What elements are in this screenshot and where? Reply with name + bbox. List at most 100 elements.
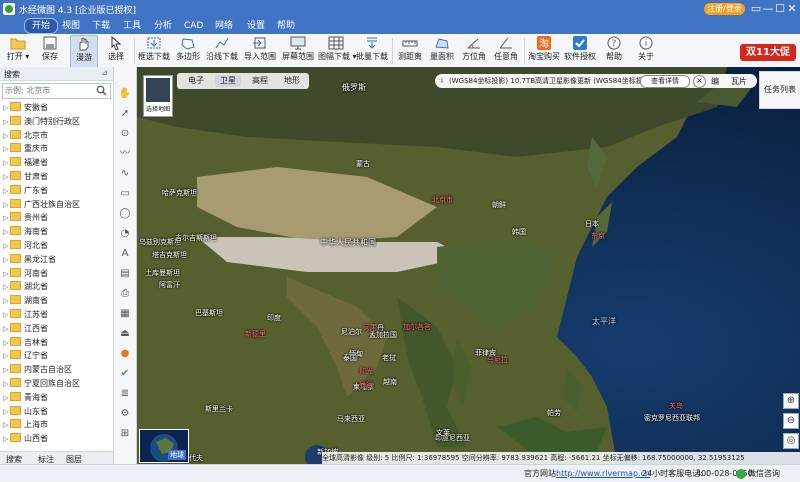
polyline-download-button[interactable]: 沿线下载 bbox=[206, 35, 238, 66]
search-input[interactable] bbox=[5, 85, 91, 96]
measure-distance-button[interactable]: 测距离 bbox=[396, 35, 424, 66]
province-item[interactable]: ▷ 湖北省 bbox=[3, 280, 48, 293]
map-switcher[interactable]: 选择地图 bbox=[143, 75, 173, 117]
notice-close-icon[interactable]: × bbox=[693, 75, 706, 88]
province-item[interactable]: ▷ 山东省 bbox=[3, 405, 48, 418]
license-button[interactable]: 软件授权 bbox=[564, 35, 596, 66]
province-item[interactable]: ▷ 甘肃省 bbox=[3, 170, 48, 183]
expand-icon[interactable]: ▷ bbox=[3, 116, 9, 129]
close-button[interactable]: ✕ bbox=[784, 1, 800, 17]
province-item[interactable]: ▷ 河北省 bbox=[3, 239, 48, 252]
province-item[interactable]: ▷ 湖南省 bbox=[3, 294, 48, 307]
layer-tool-icon[interactable]: ▦ bbox=[117, 307, 133, 321]
expand-icon[interactable]: ▷ bbox=[3, 295, 9, 308]
polygon-button[interactable]: 多边形 bbox=[174, 35, 202, 66]
website-link[interactable]: http://www.rivermap.cn bbox=[556, 465, 650, 482]
any-angle-button[interactable]: 任意角 bbox=[492, 35, 520, 66]
province-item[interactable]: ▷ 江苏省 bbox=[3, 308, 48, 321]
expand-icon[interactable]: ▷ bbox=[3, 254, 9, 267]
pan-button[interactable]: 漫游 bbox=[70, 35, 98, 68]
expand-icon[interactable]: ▷ bbox=[3, 240, 9, 253]
expand-icon[interactable]: ▷ bbox=[3, 392, 9, 405]
province-item[interactable]: ▷ 上海市 bbox=[3, 418, 48, 431]
azimuth-button[interactable]: 方位角 bbox=[460, 35, 488, 66]
satellite-map[interactable] bbox=[137, 67, 800, 464]
province-item[interactable]: ▷ 山西省 bbox=[3, 432, 48, 445]
zoom-in-button[interactable]: ⊕ bbox=[783, 393, 799, 409]
measure-area-button[interactable]: 量面积 bbox=[428, 35, 456, 66]
expand-icon[interactable]: ▷ bbox=[3, 378, 9, 391]
export-tool-icon[interactable]: ⏏ bbox=[117, 327, 133, 341]
menu-help[interactable]: 帮助 bbox=[270, 19, 302, 33]
rectangle-tool-icon[interactable]: ▭ bbox=[117, 187, 133, 201]
tab-electronic[interactable]: 电子 bbox=[183, 75, 209, 87]
province-item[interactable]: ▷ 江西省 bbox=[3, 322, 48, 335]
province-item[interactable]: ▷ 黑龙江省 bbox=[3, 253, 56, 266]
text-tool-icon[interactable]: A bbox=[117, 247, 133, 261]
about-button[interactable]: i 关于 bbox=[632, 35, 660, 66]
wechat-icon[interactable] bbox=[736, 469, 746, 479]
province-item[interactable]: ▷ 重庆市 bbox=[3, 142, 48, 155]
cursor-tool-icon[interactable]: ➚ bbox=[117, 107, 133, 121]
zoom-out-button[interactable]: ⊖ bbox=[783, 413, 799, 429]
task-list-button[interactable]: 任务列表 bbox=[759, 71, 800, 109]
hand-tool-icon[interactable]: ✋ bbox=[117, 87, 133, 101]
expand-icon[interactable]: ▷ bbox=[3, 268, 9, 281]
list-tool-icon[interactable]: ≣ bbox=[117, 387, 133, 401]
rect-download-button[interactable]: 框选下载 bbox=[138, 35, 170, 66]
expand-icon[interactable]: ▷ bbox=[3, 281, 9, 294]
menu-tools[interactable]: 工具 bbox=[116, 19, 148, 33]
province-item[interactable]: ▷ 广西壮族自治区 bbox=[3, 198, 80, 211]
province-item[interactable]: ▷ 北京市 bbox=[3, 129, 48, 142]
search-icon[interactable] bbox=[96, 85, 107, 96]
print-tool-icon[interactable]: ⎙ bbox=[117, 287, 133, 301]
province-item[interactable]: ▷ 海南省 bbox=[3, 225, 48, 238]
expand-icon[interactable]: ▷ bbox=[3, 226, 9, 239]
expand-icon[interactable]: ▷ bbox=[3, 350, 9, 363]
expand-icon[interactable]: ▷ bbox=[3, 212, 9, 225]
polyline-tool-icon[interactable]: 〰 bbox=[117, 147, 133, 161]
road-tool-icon[interactable]: ▤ bbox=[117, 267, 133, 281]
help-button[interactable]: ? 帮助 bbox=[600, 35, 628, 66]
province-item[interactable]: ▷ 澳门特别行政区 bbox=[3, 115, 80, 128]
check-tool-icon[interactable]: ✔ bbox=[117, 367, 133, 381]
tab-satellite[interactable]: 卫星 bbox=[215, 75, 241, 87]
sector-tool-icon[interactable]: ◔ bbox=[117, 227, 133, 241]
menu-cad[interactable]: CAD bbox=[177, 19, 210, 33]
menu-start[interactable]: 开始 bbox=[24, 18, 59, 34]
menu-analysis[interactable]: 分析 bbox=[147, 19, 179, 33]
circle-tool-icon[interactable]: ◯ bbox=[117, 207, 133, 221]
login-button[interactable]: 注册/登录 bbox=[704, 3, 745, 15]
tab-terrain[interactable]: 地形 bbox=[279, 75, 305, 87]
screen-range-button[interactable]: 屏幕范围 bbox=[282, 35, 314, 66]
layer-menu-edit[interactable]: 编 bbox=[711, 76, 719, 87]
menu-network[interactable]: 网络 bbox=[208, 19, 240, 33]
menu-view[interactable]: 视图 bbox=[55, 19, 87, 33]
expand-icon[interactable]: ▷ bbox=[3, 323, 9, 336]
province-item[interactable]: ▷ 吉林省 bbox=[3, 336, 48, 349]
province-item[interactable]: ▷ 广东省 bbox=[3, 184, 48, 197]
wechat-consult-link[interactable]: 微信咨询 bbox=[748, 465, 780, 482]
province-item[interactable]: ▷ 河南省 bbox=[3, 267, 48, 280]
promo-banner[interactable]: 双11大促 bbox=[740, 44, 796, 61]
expand-icon[interactable]: ▷ bbox=[3, 309, 9, 322]
expand-icon[interactable]: ▷ bbox=[3, 130, 9, 143]
panel-pin-icon[interactable]: ⊿ bbox=[101, 68, 108, 77]
taobao-buy-button[interactable]: 淘 淘宝购买 bbox=[528, 35, 560, 66]
view-details-button[interactable]: 查看详情 bbox=[640, 75, 690, 88]
point-tool-icon[interactable]: ⊙ bbox=[117, 127, 133, 141]
batch-download-button[interactable]: 批量下载 bbox=[356, 35, 388, 66]
menu-download[interactable]: 下载 bbox=[85, 19, 117, 33]
province-item[interactable]: ▷ 青海省 bbox=[3, 391, 48, 404]
locate-button[interactable]: ◎ bbox=[783, 433, 799, 449]
color-tool-icon[interactable]: ● bbox=[117, 347, 133, 361]
menu-settings[interactable]: 设置 bbox=[240, 19, 272, 33]
province-item[interactable]: ▷ 辽宁省 bbox=[3, 349, 48, 362]
expand-icon[interactable]: ▷ bbox=[3, 171, 9, 184]
overview-map[interactable]: 地球 bbox=[139, 429, 189, 463]
province-item[interactable]: ▷ 福建省 bbox=[3, 156, 48, 169]
freehand-tool-icon[interactable]: ∿ bbox=[117, 167, 133, 181]
expand-icon[interactable]: ▷ bbox=[3, 419, 9, 432]
expand-icon[interactable]: ▷ bbox=[3, 199, 9, 212]
province-item[interactable]: ▷ 安徽省 bbox=[3, 101, 48, 114]
